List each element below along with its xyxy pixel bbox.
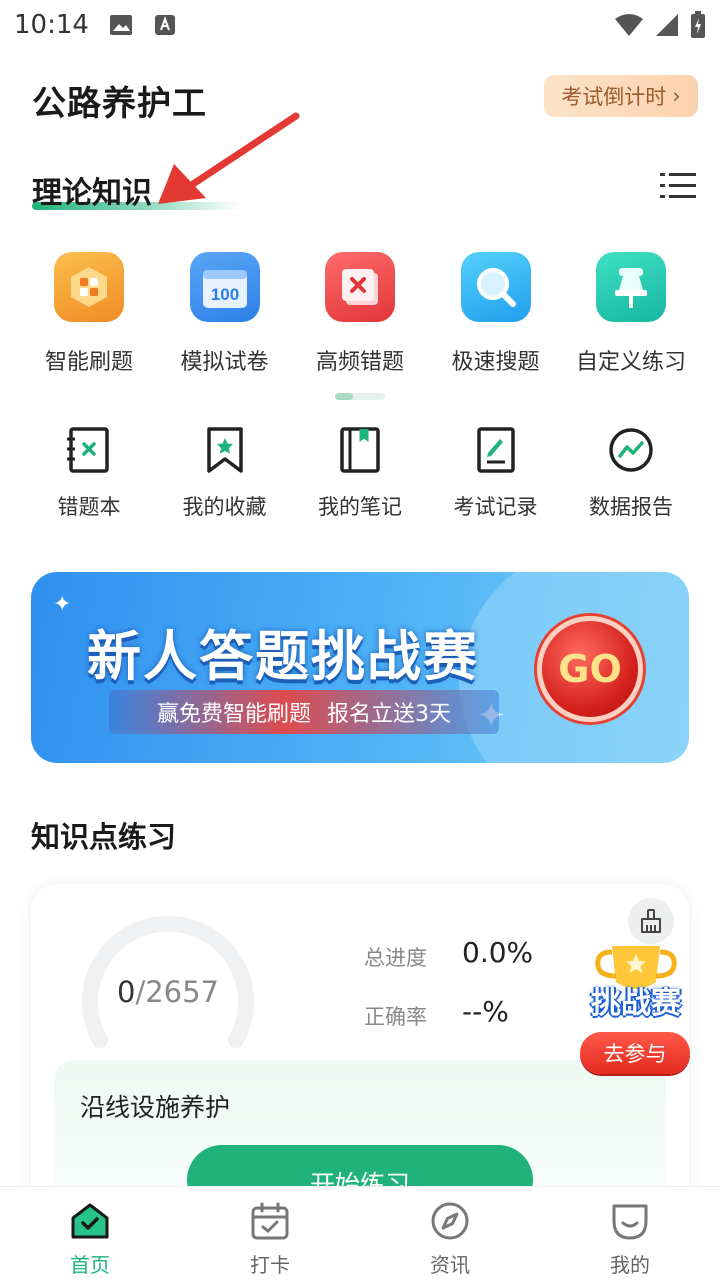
progress-done: 0 [116, 975, 136, 1009]
mock-exam-icon: 100 [189, 252, 260, 322]
exam-countdown-button[interactable]: 考试倒计时 › [544, 75, 698, 117]
profile-icon [612, 1204, 648, 1240]
progress-total: /2657 [135, 975, 220, 1009]
banner-go-button[interactable]: GO [537, 616, 643, 722]
accuracy-label: 正确率 [364, 1005, 427, 1029]
nav-label: 打卡 [250, 1253, 290, 1277]
page-indicator-active [335, 393, 353, 400]
quick-search-icon [460, 252, 531, 322]
annotation-arrow-icon [158, 112, 300, 204]
progress-label: 总进度 [364, 946, 427, 970]
progress-count: 0/2657 [88, 975, 248, 1009]
wifi-icon [615, 14, 643, 36]
signal-icon [656, 14, 678, 36]
section-title: 知识点练习 [31, 820, 177, 854]
data-report-icon [609, 428, 653, 472]
chevron-right-icon: › [672, 84, 681, 108]
feature-label: 考试记录 [453, 495, 538, 519]
feature-label: 我的收藏 [182, 495, 267, 519]
bottom-nav: 首页 打卡 资讯 我的 [0, 1186, 720, 1280]
challenge-float-title: 挑战赛 [591, 986, 681, 1021]
bookmark-icon [206, 427, 243, 473]
feature-label: 高频错题 [315, 350, 404, 375]
compass-icon [431, 1202, 469, 1240]
chapter-name: 沿线设施养护 [80, 1093, 231, 1122]
nav-label: 资讯 [430, 1253, 470, 1277]
feature-custom-practice[interactable]: 自定义练习 [564, 252, 698, 376]
feature-label: 模拟试卷 [180, 350, 269, 375]
challenge-float-widget[interactable]: 挑战赛 去参与 [576, 942, 696, 1076]
accuracy-value: --% [462, 995, 509, 1028]
feature-data-report[interactable]: 数据报告 [564, 425, 698, 521]
feature-grid-primary: 智能刷题 100 模拟试卷 高频错题 极速搜题 自定义练习 [22, 252, 698, 376]
feature-exam-record[interactable]: 考试记录 [429, 425, 563, 521]
feature-label: 错题本 [57, 495, 121, 519]
banner-title: 新人答题挑战赛 [87, 625, 479, 688]
banner-subtitle: 赢免费智能刷题 报名立送3天 [109, 690, 499, 734]
progress-value: 0.0% [462, 936, 534, 969]
page-indicator [335, 393, 385, 400]
banner-subtitle-right: 报名立送3天 [327, 702, 451, 727]
nav-item-profile[interactable]: 我的 [540, 1187, 720, 1280]
custom-practice-icon [596, 252, 666, 322]
smart-practice-icon [54, 252, 124, 322]
feature-grid-secondary: 错题本 我的收藏 我的笔记 考试记录 数据报告 [22, 425, 698, 521]
status-time: 10:14 [14, 10, 89, 40]
home-icon [71, 1203, 109, 1239]
list-menu-icon[interactable] [660, 170, 696, 202]
feature-my-favorites[interactable]: 我的收藏 [158, 425, 292, 521]
calendar-check-icon [251, 1202, 289, 1240]
nav-label: 我的 [610, 1253, 650, 1277]
exam-record-icon [476, 427, 515, 473]
feature-label: 自定义练习 [575, 350, 686, 375]
feature-label: 数据报告 [589, 495, 673, 519]
nav-item-news[interactable]: 资讯 [360, 1187, 540, 1280]
clear-button[interactable] [628, 898, 674, 944]
exam-countdown-label: 考试倒计时 [561, 85, 667, 109]
svg-text:100: 100 [210, 285, 238, 304]
status-bar: 10:14 [0, 0, 720, 50]
feature-my-notes[interactable]: 我的笔记 [293, 425, 427, 521]
feature-mock-exam[interactable]: 100 模拟试卷 [158, 252, 292, 376]
broom-icon [641, 909, 661, 933]
feature-label: 我的笔记 [318, 495, 402, 519]
notes-icon [340, 427, 380, 473]
feature-quick-search[interactable]: 极速搜题 [429, 252, 563, 376]
newbie-challenge-banner[interactable]: ✦ ✦ 新人答题挑战赛 赢免费智能刷题 报名立送3天 GO [31, 572, 689, 763]
nav-item-home[interactable]: 首页 [0, 1187, 180, 1280]
text-notification-icon [154, 15, 175, 35]
battery-icon [691, 11, 705, 38]
feature-label: 极速搜题 [451, 350, 540, 375]
tab-theory-knowledge[interactable]: 理论知识 [32, 168, 152, 212]
feature-frequent-mistakes[interactable]: 高频错题 [293, 252, 427, 376]
banner-subtitle-left: 赢免费智能刷题 [156, 702, 311, 727]
gallery-notification-icon [109, 15, 132, 35]
mistake-book-icon [67, 427, 109, 473]
feature-label: 智能刷题 [44, 350, 133, 375]
frequent-mistakes-icon [325, 252, 395, 322]
nav-label: 首页 [70, 1253, 110, 1277]
join-challenge-button[interactable]: 去参与 [580, 1032, 690, 1074]
sparkle-icon: ✦ [53, 592, 72, 617]
feature-smart-practice[interactable]: 智能刷题 [22, 252, 156, 376]
nav-item-checkin[interactable]: 打卡 [180, 1187, 360, 1280]
feature-mistake-book[interactable]: 错题本 [22, 425, 156, 521]
